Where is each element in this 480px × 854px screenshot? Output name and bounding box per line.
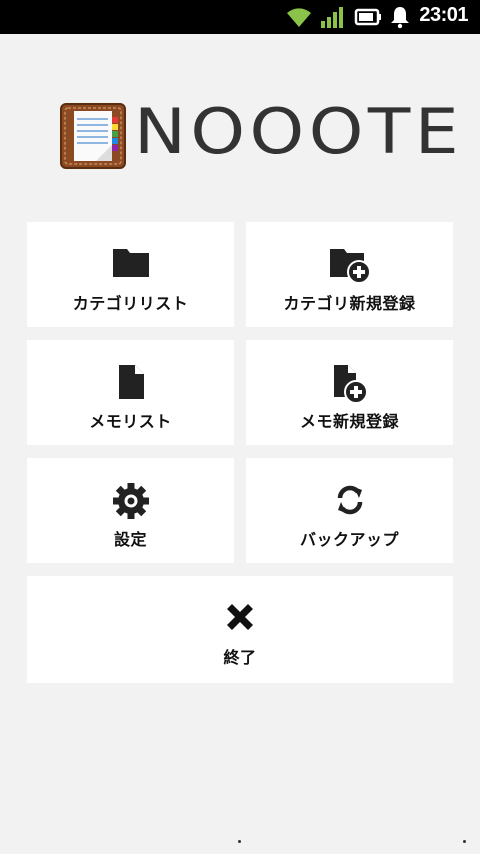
status-time: 23:01 — [419, 4, 468, 26]
notebook-icon — [60, 103, 126, 169]
status-bar: 23:01 — [0, 0, 480, 34]
app-logo: NOOOTE — [60, 95, 459, 170]
folder-icon — [112, 249, 149, 277]
settings-label: 設定 — [113, 530, 147, 549]
battery-icon — [354, 8, 381, 26]
document-icon — [118, 365, 144, 399]
backup-label: バックアップ — [299, 530, 399, 549]
category-new-button[interactable]: カテゴリ新規登録 — [246, 222, 453, 327]
gear-icon — [112, 483, 149, 519]
category-list-label: カテゴリリスト — [72, 294, 189, 313]
signal-icon — [321, 7, 343, 28]
settings-button[interactable]: 設定 — [27, 458, 234, 563]
bottom-dot — [238, 840, 241, 843]
category-list-button[interactable]: カテゴリリスト — [27, 222, 234, 327]
sync-icon — [337, 485, 362, 515]
memo-list-button[interactable]: メモリスト — [27, 340, 234, 445]
folder-add-icon — [329, 249, 371, 284]
exit-label: 終了 — [223, 648, 257, 667]
memo-list-label: メモリスト — [89, 412, 172, 431]
category-new-label: カテゴリ新規登録 — [283, 294, 416, 313]
backup-button[interactable]: バックアップ — [246, 458, 453, 563]
bottom-dot — [463, 840, 466, 843]
notification-bell-icon — [391, 7, 409, 29]
memo-new-button[interactable]: メモ新規登録 — [246, 340, 453, 445]
memo-new-label: メモ新規登録 — [299, 412, 399, 431]
document-add-icon — [333, 365, 368, 404]
exit-button[interactable]: 終了 — [27, 576, 453, 683]
app-logo-text: NOOOTE — [134, 95, 464, 168]
wifi-icon — [287, 8, 311, 27]
close-icon — [227, 604, 253, 630]
